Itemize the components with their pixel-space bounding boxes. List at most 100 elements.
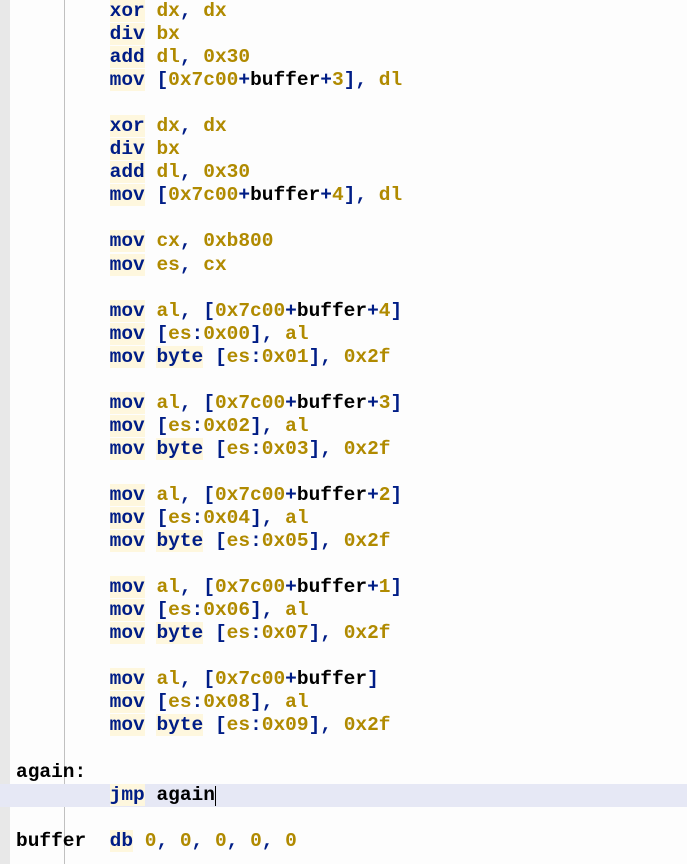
token-num: 4 — [379, 300, 391, 322]
code-line[interactable]: xor dx, dx — [16, 115, 687, 138]
token-sym: ], — [250, 323, 273, 345]
code-line[interactable]: buffer db 0, 0, 0, 0, 0 — [16, 830, 687, 853]
token-sym: [ — [203, 392, 215, 414]
token-reg: es — [156, 254, 179, 276]
token-reg: al — [156, 576, 179, 598]
code-line[interactable]: mov byte [es:0x09], 0x2f — [16, 714, 687, 737]
code-line[interactable] — [16, 645, 687, 668]
token-reg: al — [285, 691, 308, 713]
token-sym: [ — [156, 599, 168, 621]
token-sym: ], — [309, 346, 332, 368]
code-line[interactable]: mov al, [0x7c00+buffer+1] — [16, 576, 687, 599]
token-reg: cx — [203, 254, 226, 276]
token-sym: , — [180, 576, 192, 598]
token-reg: es — [227, 530, 250, 552]
token-sym: + — [367, 300, 379, 322]
code-line[interactable] — [16, 553, 687, 576]
code-line[interactable]: mov [0x7c00+buffer+4], dl — [16, 184, 687, 207]
token-sym: [ — [156, 507, 168, 529]
code-line[interactable]: again: — [16, 761, 687, 784]
code-line[interactable] — [16, 807, 687, 830]
token-num: 0x03 — [262, 438, 309, 460]
token-reg: dx — [156, 0, 179, 22]
code-line[interactable]: mov al, [0x7c00+buffer] — [16, 668, 687, 691]
code-line[interactable]: mov [es:0x02], al — [16, 415, 687, 438]
code-line[interactable] — [16, 461, 687, 484]
token-reg: al — [156, 392, 179, 414]
code-line[interactable]: xor dx, dx — [16, 0, 687, 23]
token-num: 0 — [145, 830, 157, 852]
code-line[interactable] — [16, 369, 687, 392]
code-line[interactable] — [16, 207, 687, 230]
token-sym: [ — [156, 691, 168, 713]
code-line[interactable]: div bx — [16, 23, 687, 46]
token-sym: ], — [250, 507, 273, 529]
token-reg: bx — [156, 138, 179, 160]
token-kw: mov — [110, 714, 145, 736]
token-kw: db — [110, 830, 133, 852]
code-line[interactable]: div bx — [16, 138, 687, 161]
token-sym: , — [180, 115, 192, 137]
token-num: 0x01 — [262, 346, 309, 368]
code-line[interactable]: mov [es:0x04], al — [16, 507, 687, 530]
token-sym: + — [367, 576, 379, 598]
token-sym: + — [285, 484, 297, 506]
token-id: buffer — [297, 300, 367, 322]
token-kw: mov — [110, 184, 145, 206]
token-reg: dl — [379, 69, 402, 91]
code-line[interactable]: mov [0x7c00+buffer+3], dl — [16, 69, 687, 92]
token-kw: mov — [110, 599, 145, 621]
code-line[interactable]: mov byte [es:0x01], 0x2f — [16, 346, 687, 369]
code-line[interactable]: mov byte [es:0x05], 0x2f — [16, 530, 687, 553]
token-kw: mov — [110, 69, 145, 91]
token-num: 3 — [332, 69, 344, 91]
token-num: 2 — [379, 484, 391, 506]
code-line[interactable]: mov al, [0x7c00+buffer+4] — [16, 300, 687, 323]
code-line[interactable]: add dl, 0x30 — [16, 161, 687, 184]
token-kw: xor — [110, 0, 145, 22]
token-sym: , — [180, 254, 192, 276]
code-line[interactable] — [16, 738, 687, 761]
token-num: 0 — [180, 830, 192, 852]
code-line[interactable]: jmp again — [0, 784, 687, 807]
token-id: buffer — [297, 668, 367, 690]
token-reg: es — [168, 323, 191, 345]
token-reg: cx — [156, 230, 179, 252]
code-line[interactable]: mov [es:0x00], al — [16, 323, 687, 346]
token-num: 4 — [332, 184, 344, 206]
token-reg: dl — [156, 161, 179, 183]
gutter — [0, 0, 10, 864]
code-line[interactable] — [16, 277, 687, 300]
token-sym: , — [227, 830, 239, 852]
token-kw: mov — [110, 415, 145, 437]
code-line[interactable]: mov cx, 0xb800 — [16, 230, 687, 253]
token-num: 0x30 — [203, 46, 250, 68]
token-sym: + — [367, 484, 379, 506]
token-reg: es — [227, 438, 250, 460]
token-sym: : — [192, 323, 204, 345]
code-line[interactable]: mov byte [es:0x07], 0x2f — [16, 622, 687, 645]
code-line[interactable]: mov al, [0x7c00+buffer+2] — [16, 484, 687, 507]
token-reg: al — [285, 507, 308, 529]
code-line[interactable]: mov es, cx — [16, 254, 687, 277]
token-sym: , — [180, 484, 192, 506]
token-reg: dx — [203, 0, 226, 22]
code-line[interactable]: mov [es:0x08], al — [16, 691, 687, 714]
token-num: 0x7c00 — [168, 184, 238, 206]
code-line[interactable] — [16, 92, 687, 115]
code-line[interactable]: mov al, [0x7c00+buffer+3] — [16, 392, 687, 415]
token-id: again: — [16, 761, 86, 783]
token-sym: [ — [203, 576, 215, 598]
token-sym: [ — [215, 438, 227, 460]
token-sym: ], — [250, 691, 273, 713]
code-line[interactable]: add dl, 0x30 — [16, 46, 687, 69]
token-num: 0x05 — [262, 530, 309, 552]
token-num: 0x7c00 — [168, 69, 238, 91]
code-editor[interactable]: xor dx, dx div bx add dl, 0x30 mov [0x7c… — [16, 0, 687, 853]
token-kw: mov — [110, 484, 145, 506]
token-sym: [ — [215, 622, 227, 644]
code-line[interactable]: mov [es:0x06], al — [16, 599, 687, 622]
token-num: 0x02 — [203, 415, 250, 437]
token-num: 3 — [379, 392, 391, 414]
code-line[interactable]: mov byte [es:0x03], 0x2f — [16, 438, 687, 461]
